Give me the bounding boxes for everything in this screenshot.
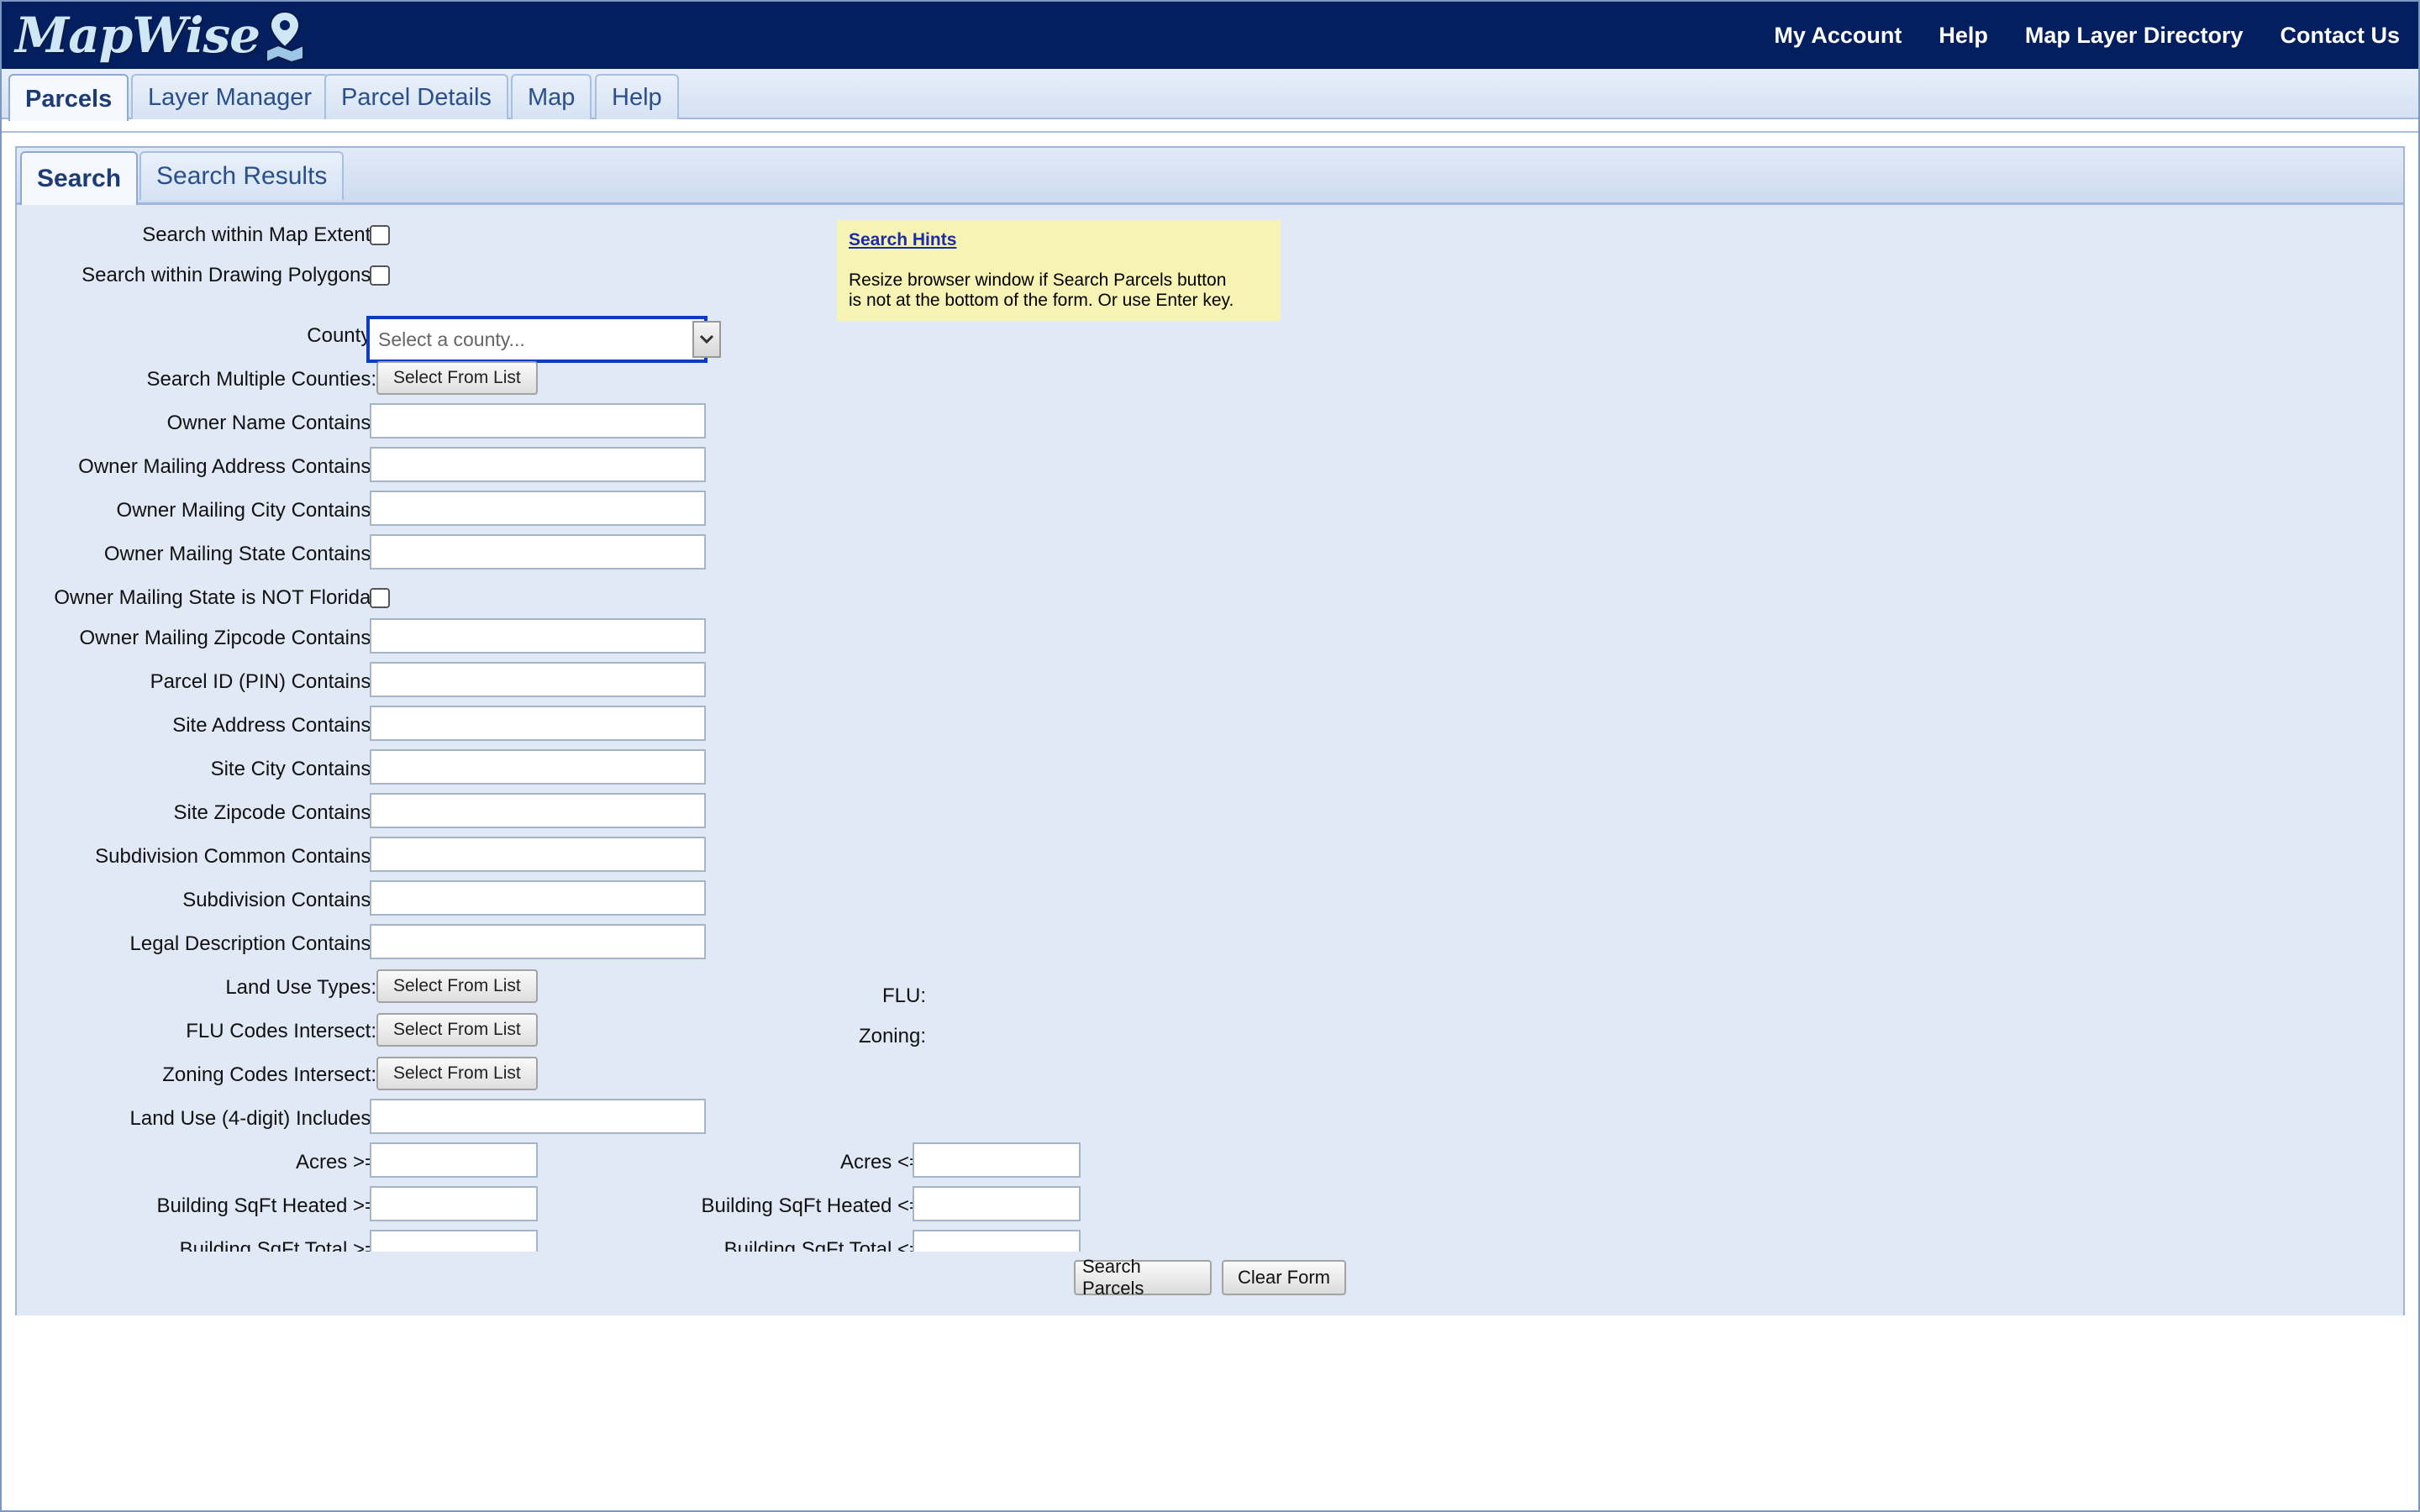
zoning-codes-label: Zoning Codes Intersect: [162, 1063, 376, 1086]
zoning-label: Zoning: [858, 1025, 926, 1047]
help-link[interactable]: Help [1939, 23, 1988, 49]
multi-counties-label: Search Multiple Counties: [146, 368, 376, 391]
search-hints-box: Search Hints Resize browser window if Se… [837, 220, 1281, 321]
tab-parcel-details[interactable]: Parcel Details [324, 74, 508, 119]
logo-text: MapWise [15, 7, 260, 64]
search-form: Search within Map Extent: Search within … [17, 210, 2403, 1252]
search-parcels-button[interactable]: Search Parcels [1074, 1256, 1212, 1299]
owner-city-input[interactable] [370, 491, 706, 526]
tab-map[interactable]: Map [511, 74, 592, 119]
map-extent-checkbox[interactable] [370, 225, 390, 245]
legal-description-label: Legal Description Contains: [129, 932, 377, 955]
land-use-types-label: Land Use Types: [225, 976, 376, 999]
tab-search[interactable]: Search [20, 151, 139, 205]
owner-zip-input[interactable] [370, 618, 706, 654]
tab-divider [2, 121, 2418, 133]
owner-state-input[interactable] [370, 534, 706, 570]
flu-label: FLU: [881, 984, 926, 1007]
owner-address-label: Owner Mailing Address Contains: [78, 455, 376, 478]
chevron-down-icon[interactable] [692, 321, 721, 358]
tab-layer-manager[interactable]: Layer Manager [131, 74, 329, 119]
sub-tab-strip: Search Search Results [17, 148, 2403, 205]
drawing-polygons-checkbox[interactable] [370, 265, 390, 286]
county-select[interactable]: Select a county... [366, 316, 721, 363]
parcel-id-label: Parcel ID (PIN) Contains: [150, 670, 376, 693]
land-use-4digit-label: Land Use (4-digit) Includes: [129, 1107, 376, 1130]
not-florida-checkbox[interactable] [370, 588, 390, 608]
flu-codes-button[interactable]: Select From List [376, 1013, 538, 1047]
owner-name-input[interactable] [370, 403, 706, 438]
site-city-input[interactable] [370, 749, 706, 785]
sqft-heated-min-input[interactable] [370, 1186, 538, 1221]
owner-state-label: Owner Mailing State Contains: [103, 543, 376, 565]
multi-counties-button[interactable]: Select From List [376, 361, 538, 395]
land-use-types-button[interactable]: Select From List [376, 969, 538, 1003]
drawing-polygons-label: Search within Drawing Polygons: [82, 264, 376, 286]
subdivision-label: Subdivision Contains: [182, 889, 376, 911]
top-nav: My Account Help Map Layer Directory Cont… [1774, 2, 2400, 69]
search-hints-link[interactable]: Search Hints [849, 230, 1269, 250]
site-address-input[interactable] [370, 706, 706, 741]
land-use-4digit-input[interactable] [370, 1099, 706, 1134]
contact-us-link[interactable]: Contact Us [2280, 23, 2400, 49]
sqft-heated-min-label: Building SqFt Heated >= [156, 1194, 376, 1217]
subdivision-common-input[interactable] [370, 837, 706, 872]
owner-address-input[interactable] [370, 447, 706, 482]
site-zip-label: Site Zipcode Contains: [173, 801, 376, 824]
tab-help[interactable]: Help [595, 74, 679, 119]
acres-max-input[interactable] [913, 1142, 1081, 1178]
my-account-link[interactable]: My Account [1774, 23, 1902, 49]
map-layer-directory-link[interactable]: Map Layer Directory [2025, 23, 2244, 49]
not-florida-label: Owner Mailing State is NOT Florida: [54, 586, 376, 609]
hints-line-2: is not at the bottom of the form. Or use… [849, 291, 1234, 310]
subdivision-input[interactable] [370, 880, 706, 916]
tab-parcels[interactable]: Parcels [8, 74, 129, 123]
mapwise-logo[interactable]: MapWise [15, 7, 308, 64]
main-tab-strip: Parcels Layer Manager Parcel Details Map… [2, 69, 2418, 123]
sqft-total-min-label: Building SqFt Total >= [179, 1238, 376, 1252]
zoning-codes-button[interactable]: Select From List [376, 1057, 538, 1090]
sqft-heated-max-input[interactable] [913, 1186, 1081, 1221]
form-buttons: Search Parcels Clear Form [17, 1252, 2403, 1315]
tab-search-results[interactable]: Search Results [139, 151, 345, 200]
site-zip-input[interactable] [370, 793, 706, 828]
sqft-total-min-input[interactable] [370, 1230, 538, 1252]
top-header: MapWise My Account Help Map Layer Direct… [2, 2, 2418, 69]
flu-codes-label: FLU Codes Intersect: [186, 1020, 376, 1042]
acres-min-label: Acres >= [295, 1151, 376, 1173]
county-placeholder: Select a county... [378, 328, 525, 350]
sqft-total-max-input[interactable] [913, 1230, 1081, 1252]
hints-line-1: Resize browser window if Search Parcels … [849, 270, 1227, 290]
acres-max-label: Acres <= [839, 1151, 921, 1173]
parcel-id-input[interactable] [370, 662, 706, 697]
legal-description-input[interactable] [370, 924, 706, 959]
site-city-label: Site City Contains: [210, 758, 376, 780]
map-extent-label: Search within Map Extent: [142, 223, 376, 246]
acres-min-input[interactable] [370, 1142, 538, 1178]
subdivision-common-label: Subdivision Common Contains: [95, 845, 376, 868]
sqft-heated-max-label: Building SqFt Heated <= [701, 1194, 921, 1217]
search-panel: Search Search Results Search within Map … [15, 146, 2405, 1315]
sqft-total-max-label: Building SqFt Total <= [723, 1238, 921, 1252]
site-address-label: Site Address Contains: [172, 714, 376, 737]
owner-zip-label: Owner Mailing Zipcode Contains: [79, 627, 377, 649]
owner-city-label: Owner Mailing City Contains: [116, 499, 376, 522]
owner-name-label: Owner Name Contains: [166, 412, 376, 434]
map-pin-icon [266, 10, 305, 62]
clear-form-button[interactable]: Clear Form [1222, 1260, 1346, 1295]
